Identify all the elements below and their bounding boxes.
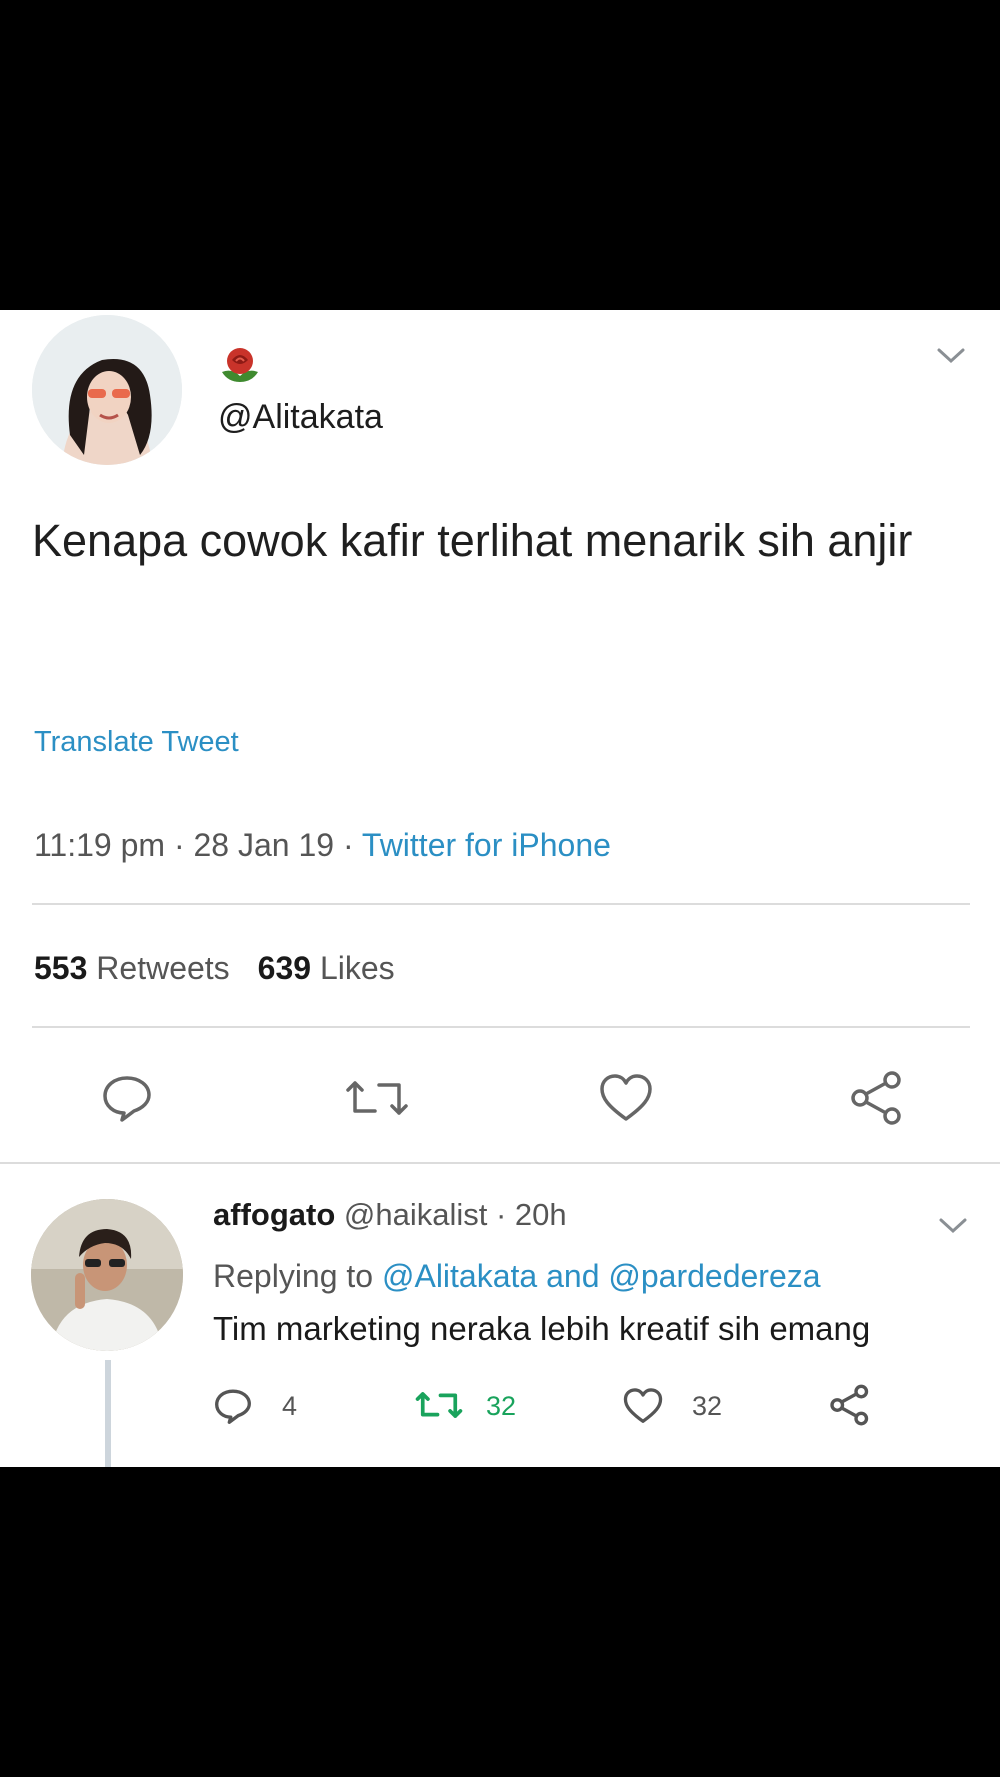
chevron-down-icon[interactable] [938, 1216, 968, 1241]
rose-emoji-icon [218, 346, 262, 391]
tweet-source-link[interactable]: Twitter for iPhone [362, 827, 611, 863]
reply-age: 20h [514, 1197, 567, 1232]
retweets-label: Retweets [96, 950, 230, 986]
author-handle[interactable]: @Alitakata [218, 398, 383, 437]
retweets-count: 553 [34, 950, 88, 986]
divider [32, 903, 970, 905]
like-icon[interactable] [598, 1072, 654, 1129]
tweet-time: 11:19 pm [34, 827, 166, 863]
translate-tweet-link[interactable]: Translate Tweet [34, 726, 239, 759]
retweet-count: 32 [486, 1391, 517, 1421]
retweets-stat[interactable]: 553 Retweets [34, 950, 230, 986]
meta-separator: · [165, 827, 194, 863]
tweet-text: Kenapa cowok kafir terlihat menarik sih … [32, 515, 913, 566]
retweet-icon[interactable] [345, 1075, 409, 1126]
reply-icon[interactable] [100, 1073, 154, 1128]
reply-author-name[interactable]: affogato [213, 1197, 335, 1232]
likes-stat[interactable]: 639 Likes [258, 950, 395, 986]
tweet-stats: 553 Retweets 639 Likes [34, 950, 395, 987]
replying-to-line: Replying to @Alitakata and @pardedereza [213, 1258, 821, 1295]
replying-and: and [546, 1258, 600, 1294]
reply-author-avatar[interactable] [31, 1199, 183, 1351]
chevron-down-icon[interactable] [936, 346, 966, 371]
meta-separator: · [334, 827, 362, 863]
divider [32, 1026, 970, 1028]
replying-to-link[interactable]: @Alitakata [382, 1258, 537, 1294]
author-avatar[interactable] [32, 315, 182, 465]
share-icon[interactable] [828, 1384, 872, 1431]
reply-text: Tim marketing neraka lebih kreatif sih e… [213, 1310, 871, 1347]
likes-label: Likes [319, 950, 395, 986]
likes-count: 639 [257, 950, 312, 986]
retweet-icon[interactable] [415, 1388, 463, 1427]
reply-author-handle[interactable]: @haikalist [344, 1197, 487, 1232]
reply-count: 4 [282, 1391, 298, 1421]
replying-prefix: Replying to [213, 1258, 374, 1294]
tweet-metadata: 11:19 pm · 28 Jan 19 · Twitter for iPhon… [34, 827, 611, 864]
replying-to-link[interactable]: @pardedereza [608, 1258, 820, 1294]
like-count: 32 [692, 1391, 723, 1421]
thread-line [105, 1360, 111, 1467]
share-icon[interactable] [848, 1070, 906, 1131]
reply-icon[interactable] [213, 1387, 253, 1430]
tweet-card: @Alitakata Kenapa cowok kafir terlihat m… [0, 310, 1000, 1467]
meta-separator: · [487, 1197, 515, 1232]
like-icon[interactable] [622, 1387, 664, 1430]
reply-header: affogato @haikalist · 20h [213, 1197, 567, 1233]
tweet-date: 28 Jan 19 [193, 827, 335, 863]
divider [0, 1162, 1000, 1164]
